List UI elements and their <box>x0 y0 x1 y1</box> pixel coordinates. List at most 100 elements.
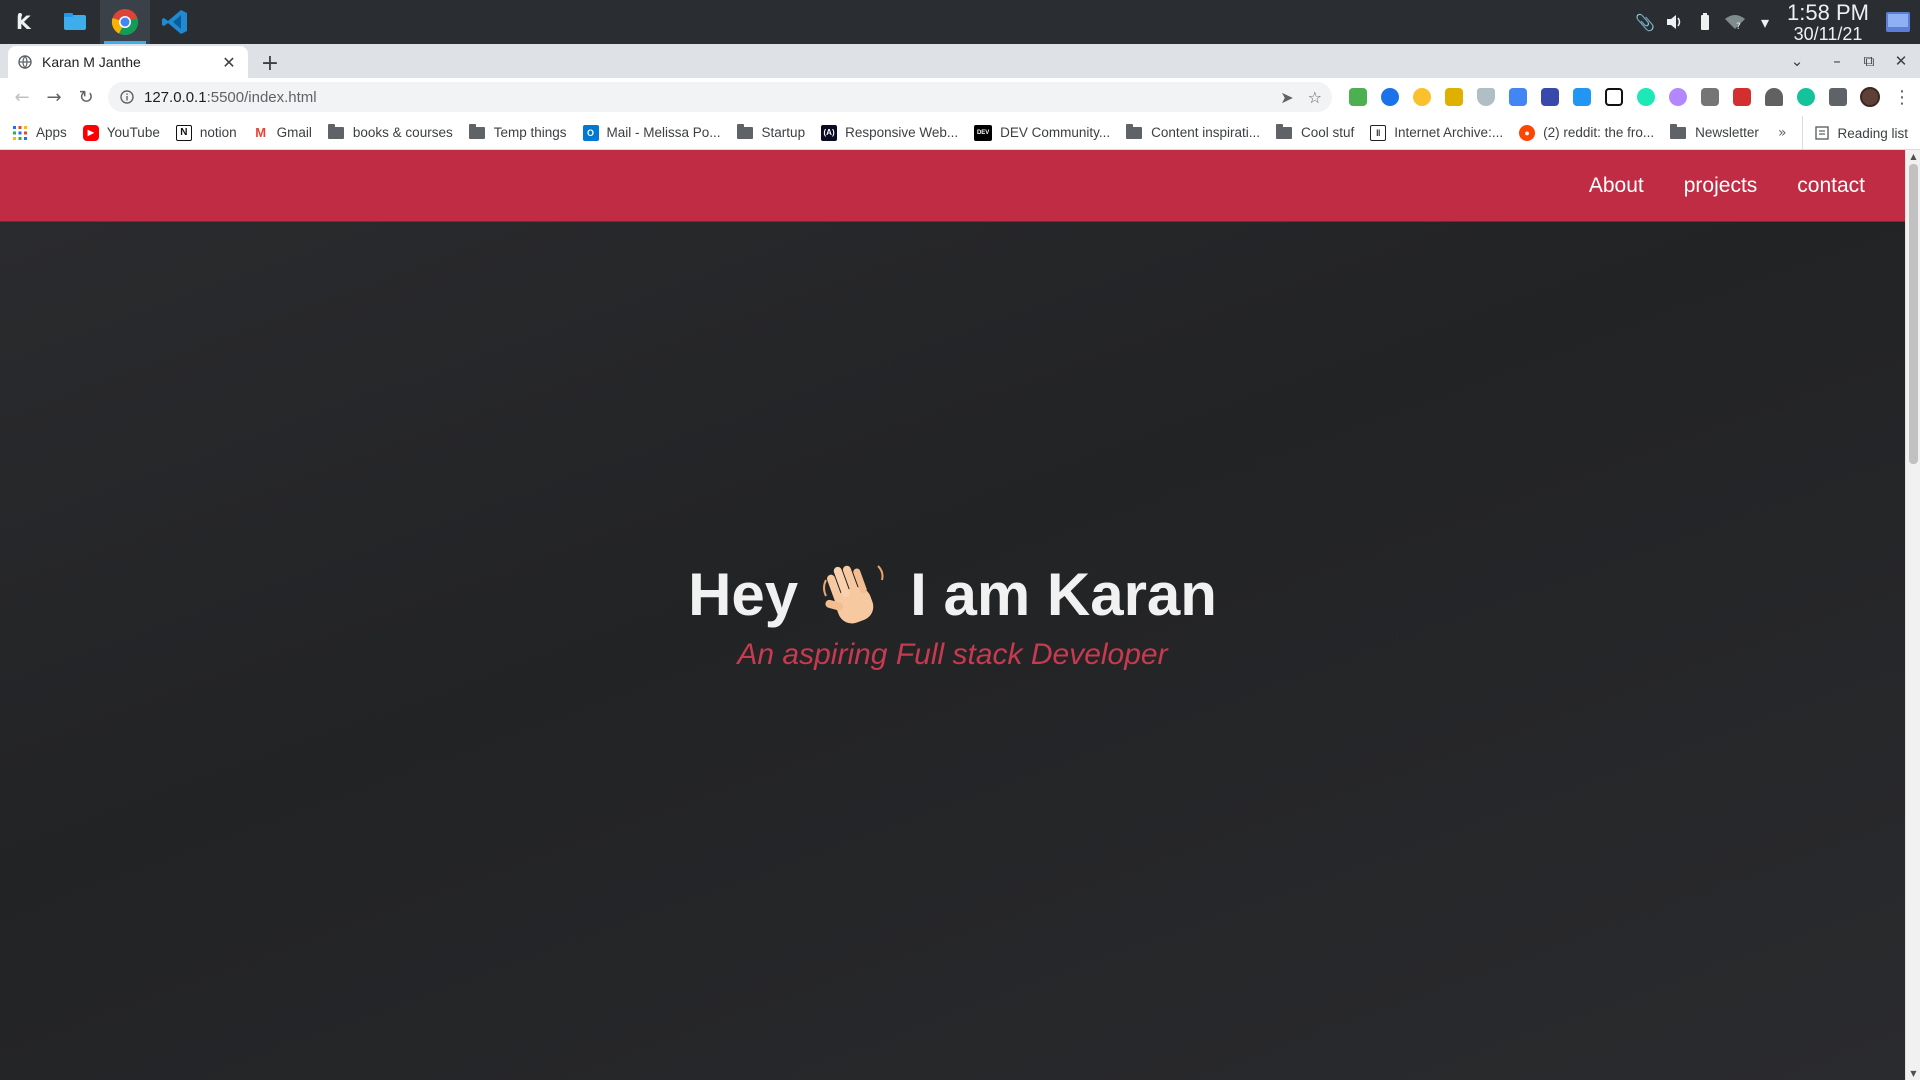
bookmark-label: Cool stuf <box>1300 125 1355 140</box>
bookmark-internet-archive[interactable]: ‖ Internet Archive:... <box>1370 124 1503 141</box>
tab-karan[interactable]: Karan M Janthe ✕ <box>8 46 248 78</box>
extension-10-icon[interactable] <box>1630 78 1662 116</box>
extension-7-icon[interactable] <box>1534 78 1566 116</box>
profile-avatar[interactable] <box>1854 78 1886 116</box>
extension-6-icon[interactable] <box>1502 78 1534 116</box>
reload-icon[interactable]: ↻ <box>70 81 102 113</box>
page-viewport: About projects contact Hey I am Karan An… <box>0 150 1905 1080</box>
network-icon[interactable]: ? <box>1720 0 1750 44</box>
youtube-icon: ▶ <box>82 124 99 141</box>
file-manager-icon[interactable] <box>50 0 100 44</box>
bookmark-label: Apps <box>36 125 67 140</box>
grammarly-icon[interactable] <box>1790 78 1822 116</box>
bookmark-newsletter[interactable]: Newsletter <box>1670 123 1759 140</box>
gmail-icon: M <box>255 125 267 140</box>
hero-heading: Hey I am Karan <box>688 558 1217 630</box>
extension-3-icon[interactable] <box>1406 78 1438 116</box>
folder-icon <box>1126 123 1143 139</box>
extension-11-icon[interactable] <box>1662 78 1694 116</box>
folder-icon <box>327 123 344 139</box>
chrome-taskbar-icon[interactable] <box>100 0 150 44</box>
tray-expand-icon[interactable]: ▾ <box>1750 0 1780 44</box>
scroll-down-arrow-icon[interactable]: ▼ <box>1909 1069 1918 1078</box>
back-arrow-icon[interactable]: ← <box>6 81 38 113</box>
tab-strip: Karan M Janthe ✕ + ⌄ – ⧉ ✕ <box>0 44 1920 78</box>
more-bookmarks-icon[interactable]: » <box>1778 116 1787 150</box>
attachment-icon[interactable]: 📎 <box>1630 0 1660 44</box>
forward-arrow-icon[interactable]: → <box>38 81 70 113</box>
battery-icon[interactable] <box>1690 0 1720 44</box>
archive-icon: ‖ <box>1370 124 1387 141</box>
extensions-puzzle-icon[interactable] <box>1822 78 1854 116</box>
page-scrollbar[interactable]: ▲ ▼ <box>1905 150 1920 1080</box>
freecodecamp-icon: (A) <box>821 124 838 141</box>
bookmark-mail-outlook[interactable]: O Mail - Melissa Po... <box>582 124 721 141</box>
chrome-menu-icon[interactable]: ⋮ <box>1886 78 1918 116</box>
extension-13-icon[interactable] <box>1726 78 1758 116</box>
extensions-bar: ⋮ <box>1342 78 1918 116</box>
extension-5-icon[interactable] <box>1470 78 1502 116</box>
bookmark-label: DEV Community... <box>1000 125 1111 140</box>
bookmark-label: YouTube <box>106 125 160 140</box>
reading-list-label: Reading list <box>1837 125 1908 141</box>
svg-text:?: ? <box>1736 22 1741 30</box>
nav-link-contact[interactable]: contact <box>1797 174 1865 198</box>
bookmark-startup[interactable]: Startup <box>736 123 805 140</box>
minimize-icon[interactable]: – <box>1822 48 1852 74</box>
notion-extension-icon[interactable] <box>1598 78 1630 116</box>
bookmark-dev-community[interactable]: DEV DEV Community... <box>974 124 1111 141</box>
notion-icon: N <box>175 124 192 141</box>
bookmark-apps[interactable]: Apps <box>12 125 67 141</box>
reading-list-button[interactable]: Reading list <box>1802 116 1908 150</box>
site-navbar: About projects contact <box>0 150 1905 222</box>
bookmark-content-inspiration[interactable]: Content inspirati... <box>1126 123 1260 140</box>
bookmarks-bar: Apps ▶ YouTube N notion M Gmail books & … <box>0 116 1920 150</box>
new-tab-button[interactable]: + <box>256 49 284 77</box>
vscode-taskbar-icon[interactable] <box>150 0 200 44</box>
nav-link-about[interactable]: About <box>1589 174 1644 198</box>
extension-4-icon[interactable] <box>1438 78 1470 116</box>
folder-icon <box>736 123 753 139</box>
tab-search-icon[interactable]: ⌄ <box>1782 48 1812 74</box>
show-desktop-button[interactable] <box>1876 0 1920 44</box>
apps-grid-icon <box>13 125 27 140</box>
send-icon[interactable]: ➤ <box>1280 88 1293 107</box>
clock[interactable]: 1:58 PM 30/11/21 <box>1780 0 1876 44</box>
bookmark-gmail[interactable]: M Gmail <box>253 125 312 141</box>
bookmark-youtube[interactable]: ▶ YouTube <box>82 124 160 141</box>
bookmark-label: (2) reddit: the fro... <box>1543 125 1655 140</box>
bookmark-cool-stuf[interactable]: Cool stuf <box>1275 123 1355 140</box>
extension-12-icon[interactable] <box>1694 78 1726 116</box>
volume-icon[interactable] <box>1660 0 1690 44</box>
close-window-icon[interactable]: ✕ <box>1886 48 1916 74</box>
bookmark-responsive-web[interactable]: (A) Responsive Web... <box>821 124 958 141</box>
nav-link-projects[interactable]: projects <box>1684 174 1758 198</box>
url-text: 127.0.0.1:5500/index.html <box>144 89 317 106</box>
scroll-up-arrow-icon[interactable]: ▲ <box>1909 152 1918 161</box>
extension-14-icon[interactable] <box>1758 78 1790 116</box>
clock-time: 1:58 PM <box>1787 0 1869 25</box>
bookmark-temp-things[interactable]: Temp things <box>468 123 567 140</box>
hero-section: Hey I am Karan An aspiring Full stack De… <box>0 558 1905 672</box>
folder-icon <box>1275 123 1292 139</box>
bookmark-books-courses[interactable]: books & courses <box>327 123 453 140</box>
restore-icon[interactable]: ⧉ <box>1854 48 1884 74</box>
extension-1-icon[interactable] <box>1342 78 1374 116</box>
reading-list-icon <box>1815 126 1830 140</box>
bookmark-label: books & courses <box>352 125 453 140</box>
extension-8-icon[interactable] <box>1566 78 1598 116</box>
globe-icon <box>18 55 32 69</box>
kde-launcher-icon[interactable]: K <box>0 0 50 44</box>
extension-2-icon[interactable] <box>1374 78 1406 116</box>
address-bar[interactable]: 127.0.0.1:5500/index.html ➤ ☆ <box>108 82 1332 112</box>
bookmark-star-icon[interactable]: ☆ <box>1308 88 1322 107</box>
bookmark-label: Newsletter <box>1695 125 1759 140</box>
folder-icon <box>1670 123 1687 139</box>
bookmark-reddit[interactable]: ● (2) reddit: the fro... <box>1519 124 1655 141</box>
bookmark-notion[interactable]: N notion <box>175 124 237 141</box>
scroll-thumb[interactable] <box>1909 164 1918 464</box>
close-tab-icon[interactable]: ✕ <box>220 53 238 72</box>
dev-icon: DEV <box>974 124 993 141</box>
url-host: 127.0.0.1 <box>144 88 207 106</box>
clock-date: 30/11/21 <box>1793 23 1863 44</box>
